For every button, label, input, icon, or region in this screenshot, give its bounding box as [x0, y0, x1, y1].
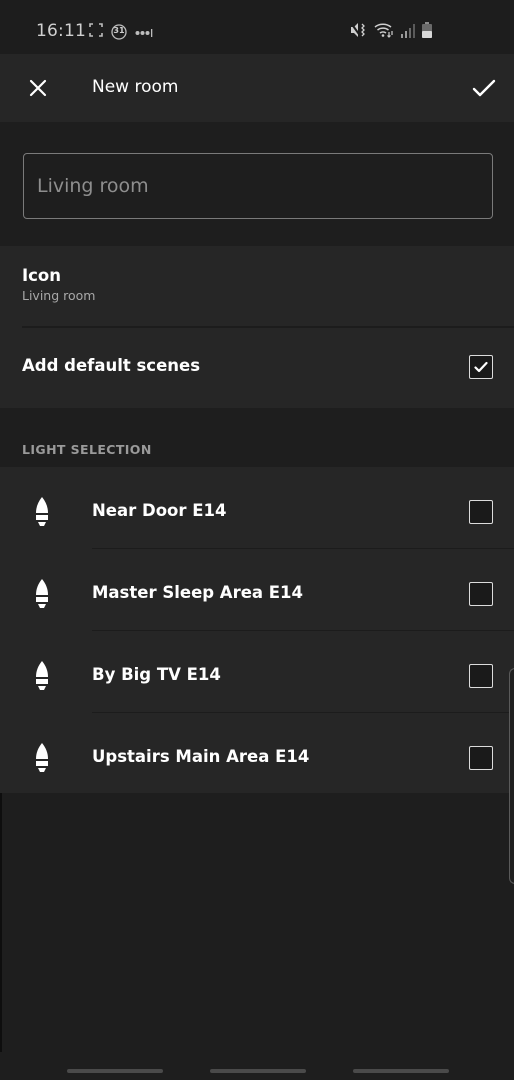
nav-home-button[interactable] [210, 1069, 306, 1073]
light-list: Near Door E14 Master Sleep Area E14 By B… [0, 467, 514, 793]
default-scenes-label: Add default scenes [22, 356, 201, 375]
screenshot-frame-icon [89, 22, 103, 41]
confirm-button[interactable] [466, 72, 502, 104]
screen: 16:11 31 New room Living room Icon Livin… [0, 0, 514, 1080]
calendar-31-icon: 31 [111, 23, 127, 40]
close-button[interactable] [22, 72, 54, 104]
light-selection-header: LIGHT SELECTION [0, 408, 514, 467]
page-title: New room [92, 77, 179, 97]
light-name: By Big TV E14 [92, 665, 221, 684]
light-item[interactable]: Near Door E14 [0, 467, 514, 549]
checkmark-icon [474, 361, 488, 373]
room-settings-card: Icon Living room Add default scenes [0, 246, 514, 408]
vibrate-mute-icon [350, 22, 367, 42]
icon-row-value: Living room [22, 288, 96, 303]
light-name: Master Sleep Area E14 [92, 583, 304, 602]
status-time: 16:11 [36, 21, 86, 41]
candle-bulb-icon [36, 661, 48, 690]
status-bar: 16:11 31 [0, 0, 514, 54]
candle-bulb-icon [36, 579, 48, 608]
default-scenes-row[interactable]: Add default scenes [0, 328, 514, 408]
edge-panel-handle[interactable] [509, 668, 514, 884]
status-left-icons: 31 [89, 22, 153, 41]
close-icon [29, 79, 47, 97]
toolbar: New room [0, 54, 514, 122]
light-name: Near Door E14 [92, 501, 227, 520]
light-checkbox[interactable] [469, 746, 493, 770]
candle-bulb-icon [36, 743, 48, 772]
wifi-icon [374, 22, 394, 42]
light-name: Upstairs Main Area E14 [92, 747, 310, 766]
room-icon-selector[interactable]: Icon Living room [0, 246, 514, 326]
default-scenes-checkbox[interactable] [469, 355, 493, 379]
battery-icon [422, 22, 432, 42]
candle-bulb-icon [36, 497, 48, 526]
signal-icon [401, 23, 415, 42]
light-item[interactable]: Master Sleep Area E14 [0, 549, 514, 631]
status-right-icons [350, 22, 432, 42]
calendar-day-text: 31 [113, 25, 125, 35]
section-header-label: LIGHT SELECTION [22, 442, 152, 457]
icon-row-title: Icon [22, 266, 62, 285]
navigation-bar [0, 1052, 514, 1080]
room-name-input[interactable] [23, 153, 493, 219]
light-checkbox[interactable] [469, 664, 493, 688]
room-name-section [0, 122, 514, 246]
light-checkbox[interactable] [469, 582, 493, 606]
light-checkbox[interactable] [469, 500, 493, 524]
nav-back-button[interactable] [353, 1069, 449, 1073]
nav-recents-button[interactable] [67, 1069, 163, 1073]
light-item[interactable]: Upstairs Main Area E14 [0, 713, 514, 795]
more-dots-icon [135, 22, 153, 41]
light-item[interactable]: By Big TV E14 [0, 631, 514, 713]
check-icon [472, 79, 496, 97]
